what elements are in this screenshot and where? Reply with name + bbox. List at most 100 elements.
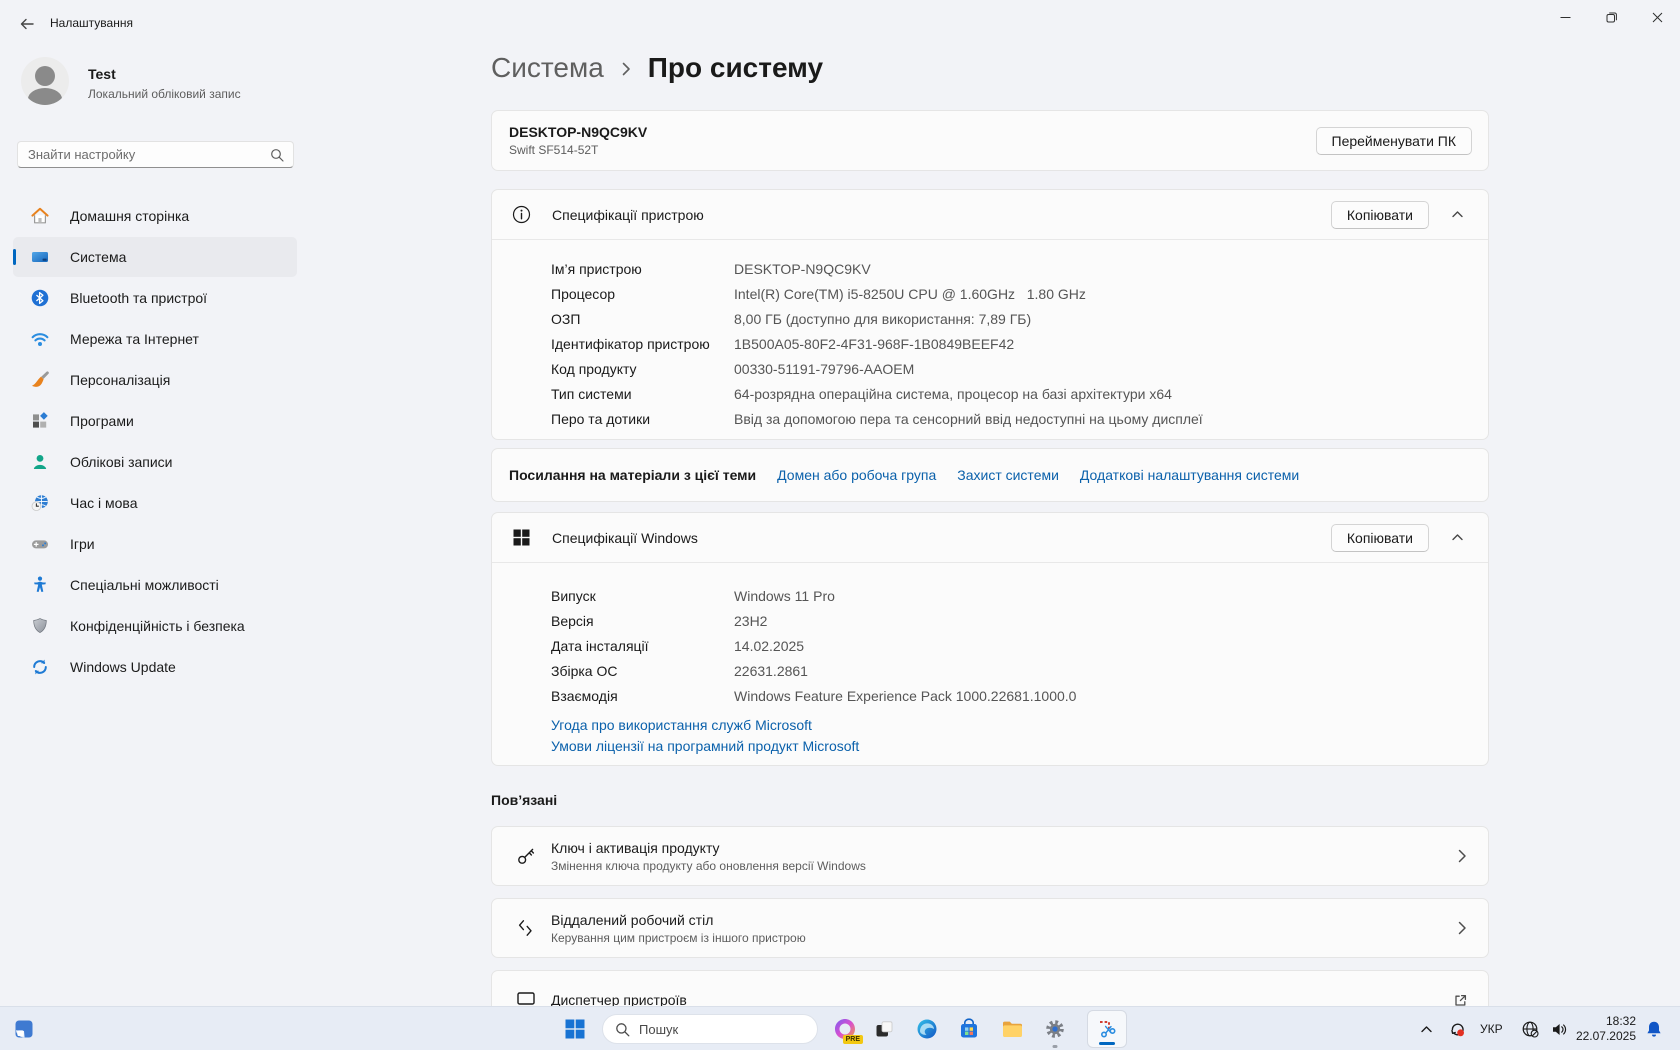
link-domain-workgroup[interactable]: Домен або робоча група bbox=[777, 467, 936, 483]
titlebar: Налаштування bbox=[0, 0, 1680, 48]
settings-button[interactable] bbox=[1037, 1007, 1073, 1050]
spec-label: Версія bbox=[551, 613, 734, 629]
back-button[interactable] bbox=[12, 9, 42, 39]
chevron-up-icon bbox=[1451, 208, 1464, 221]
sidebar-item-system[interactable]: Система bbox=[13, 237, 297, 277]
spec-value: Windows 11 Pro bbox=[734, 588, 835, 604]
sidebar-item-personalization[interactable]: Персоналізація bbox=[13, 360, 297, 400]
sidebar-item-bluetooth-devices[interactable]: Bluetooth та пристрої bbox=[13, 278, 297, 318]
remote-desktop-card[interactable]: Віддалений робочий стіл Керування цим пр… bbox=[491, 898, 1489, 958]
copy-windows-specs-button[interactable]: Копіювати bbox=[1331, 524, 1429, 552]
sidebar-item-apps[interactable]: Програми bbox=[13, 401, 297, 441]
language-indicator[interactable]: УКР bbox=[1480, 1007, 1503, 1050]
spec-row: ОЗП8,00 ГБ (доступно для використання: 7… bbox=[551, 306, 1472, 331]
start-button[interactable] bbox=[557, 1007, 593, 1050]
spec-label: Взаємодія bbox=[551, 688, 734, 704]
spec-label: Збірка ОС bbox=[551, 663, 734, 679]
sidebar-item-windows-update[interactable]: Windows Update bbox=[13, 647, 297, 687]
sidebar-item-label: Мережа та Інтернет bbox=[70, 331, 199, 347]
update-pending-icon bbox=[1448, 1020, 1467, 1039]
edge-button[interactable] bbox=[909, 1007, 945, 1050]
windows-logo-icon bbox=[512, 528, 531, 547]
device-specs-title: Специфікації пристрою bbox=[552, 207, 704, 223]
task-view-icon bbox=[874, 1019, 895, 1040]
file-explorer-button[interactable] bbox=[994, 1007, 1030, 1050]
link-license-terms[interactable]: Умови ліцензії на програмний продукт Mic… bbox=[551, 736, 859, 757]
settings-search-input[interactable] bbox=[18, 147, 270, 162]
minimize-button[interactable] bbox=[1542, 0, 1588, 34]
spec-row: Ім’я пристроюDESKTOP-N9QC9KV bbox=[551, 256, 1472, 281]
spec-label: Процесор bbox=[551, 286, 734, 302]
widgets-button[interactable] bbox=[6, 1007, 42, 1050]
spec-row: Код продукту00330-51191-79796-AAOEM bbox=[551, 356, 1472, 381]
settings-window: Налаштування Test Локальний обліковий за… bbox=[0, 0, 1680, 1050]
sidebar-item-time-language[interactable]: Час і мова bbox=[13, 483, 297, 523]
task-view-button[interactable] bbox=[866, 1007, 902, 1050]
close-icon bbox=[1652, 12, 1663, 23]
related-item-subtitle: Змінення ключа продукту або оновлення ве… bbox=[551, 859, 866, 873]
edge-icon bbox=[916, 1018, 938, 1040]
sidebar-item-label: Система bbox=[70, 249, 126, 265]
search-icon bbox=[615, 1022, 630, 1037]
taskbar-clock[interactable]: 18:32 22.07.2025 bbox=[1576, 1014, 1636, 1044]
sidebar-item-gaming[interactable]: Ігри bbox=[13, 524, 297, 564]
avatar[interactable] bbox=[21, 57, 69, 105]
sidebar-item-label: Bluetooth та пристрої bbox=[70, 290, 207, 306]
sidebar-item-label: Конфіденційність і безпека bbox=[70, 618, 245, 634]
link-system-protection[interactable]: Захист системи bbox=[957, 467, 1059, 483]
taskbar-search[interactable]: Пошук bbox=[602, 1014, 818, 1044]
network-tray-button[interactable] bbox=[1514, 1007, 1546, 1050]
device-info: DESKTOP-N9QC9KV Swift SF514-52T bbox=[509, 124, 647, 157]
store-icon bbox=[958, 1018, 980, 1040]
spec-row: Дата інсталяції14.02.2025 bbox=[551, 633, 1472, 658]
spec-label: Тип системи bbox=[551, 386, 734, 402]
speaker-icon bbox=[1550, 1020, 1569, 1039]
snipping-tool-button[interactable] bbox=[1087, 1010, 1127, 1048]
settings-search-box[interactable] bbox=[17, 141, 294, 168]
app-title: Налаштування bbox=[50, 16, 133, 30]
home-icon bbox=[30, 206, 50, 226]
spec-label: Перо та дотики bbox=[551, 411, 734, 427]
store-button[interactable] bbox=[951, 1007, 987, 1050]
spec-value: DESKTOP-N9QC9KV bbox=[734, 261, 871, 277]
sidebar-item-network-internet[interactable]: Мережа та Інтернет bbox=[13, 319, 297, 359]
collapse-windows-specs-button[interactable] bbox=[1442, 523, 1472, 553]
product-key-card[interactable]: Ключ і активація продукту Змінення ключа… bbox=[491, 826, 1489, 886]
snipping-tool-icon bbox=[1096, 1018, 1118, 1040]
device-model: Swift SF514-52T bbox=[509, 143, 647, 157]
spec-value: Windows Feature Experience Pack 1000.226… bbox=[734, 688, 1076, 704]
breadcrumb: Система Про систему bbox=[491, 52, 823, 84]
sidebar-item-accounts[interactable]: Облікові записи bbox=[13, 442, 297, 482]
volume-tray-button[interactable] bbox=[1543, 1007, 1575, 1050]
spec-value: Ввід за допомогою пера та сенсорний ввід… bbox=[734, 411, 1203, 427]
sidebar-item-privacy-security[interactable]: Конфіденційність і безпека bbox=[13, 606, 297, 646]
update-restart-tray-button[interactable] bbox=[1441, 1007, 1473, 1050]
maximize-button[interactable] bbox=[1588, 0, 1634, 34]
taskbar-search-placeholder: Пошук bbox=[639, 1022, 678, 1037]
sidebar-item-accessibility[interactable]: Спеціальні можливості bbox=[13, 565, 297, 605]
copy-device-specs-button[interactable]: Копіювати bbox=[1331, 201, 1429, 229]
rename-pc-button[interactable]: Перейменувати ПК bbox=[1316, 127, 1472, 155]
sidebar-item-home[interactable]: Домашня сторінка bbox=[13, 196, 297, 236]
link-advanced-system-settings[interactable]: Додаткові налаштування системи bbox=[1080, 467, 1299, 483]
taskbar: Пошук PRE bbox=[0, 1006, 1680, 1050]
spec-row: Перо та дотикиВвід за допомогою пера та … bbox=[551, 406, 1472, 431]
copilot-button[interactable]: PRE bbox=[827, 1007, 863, 1050]
tray-overflow-button[interactable] bbox=[1410, 1007, 1442, 1050]
collapse-device-specs-button[interactable] bbox=[1442, 200, 1472, 230]
link-services-agreement[interactable]: Угода про використання служб Microsoft bbox=[551, 715, 812, 736]
windows-specs-header[interactable]: Специфікації Windows Копіювати bbox=[492, 513, 1488, 562]
gaming-icon bbox=[30, 534, 50, 554]
related-item-subtitle: Керування цим пристроєм із іншого пристр… bbox=[551, 931, 806, 945]
windows-specs-rows: ВипускWindows 11 Pro Версія23H2 Дата інс… bbox=[492, 563, 1488, 708]
sidebar-item-label: Windows Update bbox=[70, 659, 176, 675]
spec-row: Тип системи64-розрядна операційна систем… bbox=[551, 381, 1472, 406]
copilot-icon: PRE bbox=[833, 1017, 857, 1041]
back-arrow-icon bbox=[19, 16, 35, 32]
user-name: Test bbox=[88, 66, 116, 82]
notifications-button[interactable] bbox=[1639, 1007, 1669, 1050]
update-icon bbox=[30, 657, 50, 677]
device-specs-header[interactable]: Специфікації пристрою Копіювати bbox=[492, 190, 1488, 239]
breadcrumb-system[interactable]: Система bbox=[491, 52, 604, 84]
close-button[interactable] bbox=[1634, 0, 1680, 34]
